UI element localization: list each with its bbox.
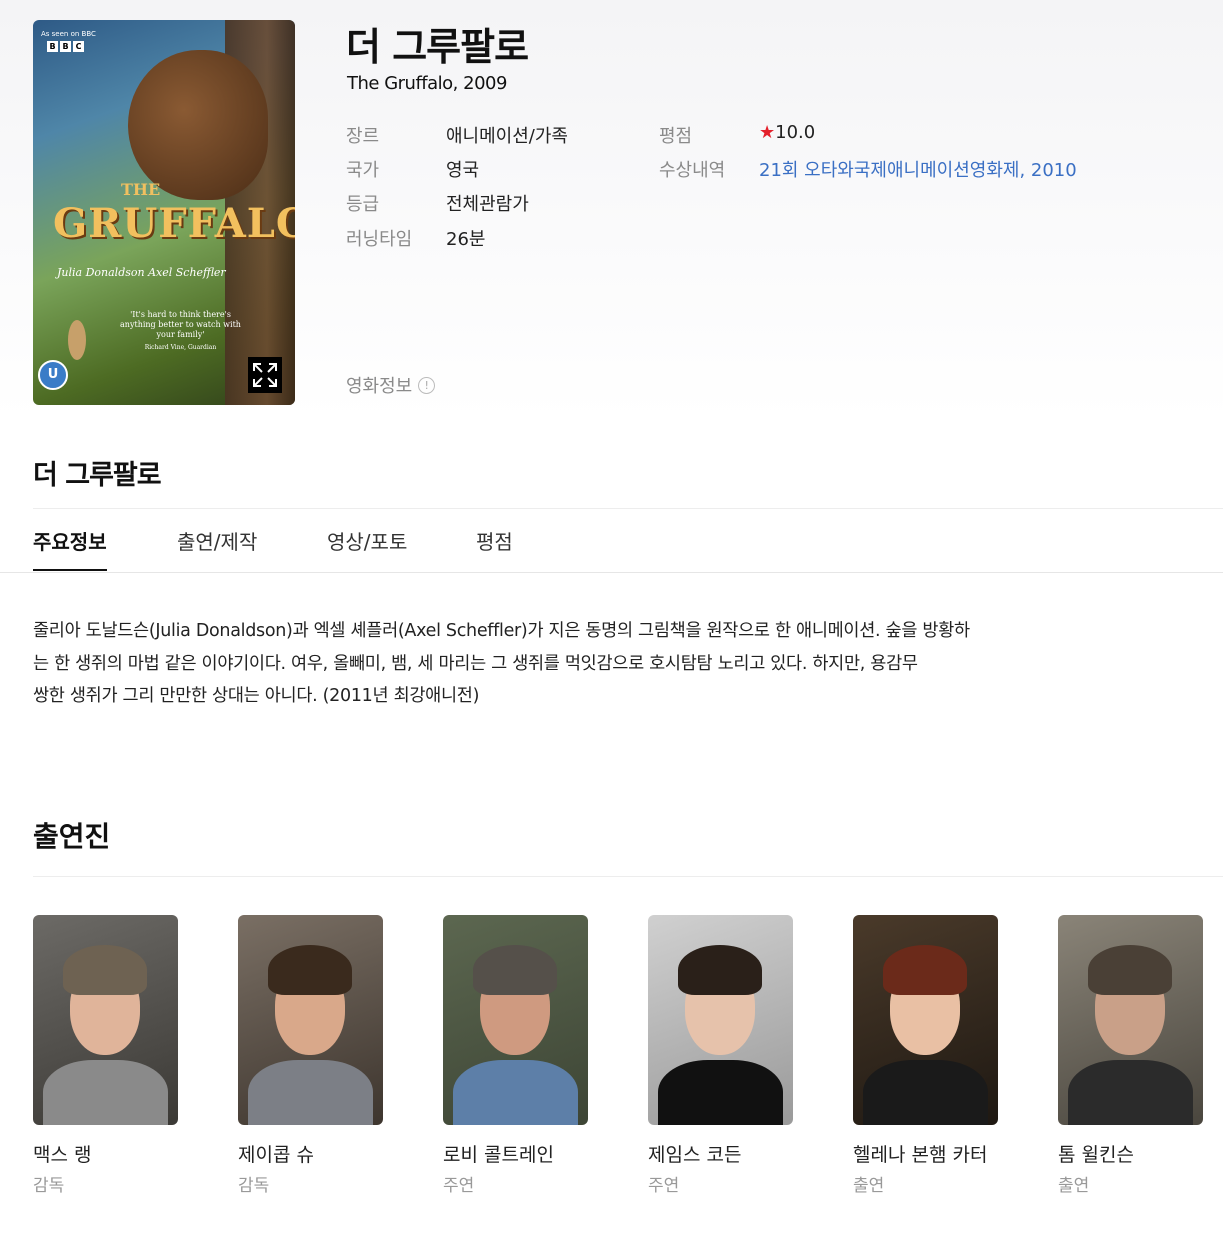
info-value-runtime: 26분 [446, 229, 486, 250]
info-key-runtime: 러닝타임 [346, 229, 413, 250]
tab-main-info[interactable]: 주요정보 [33, 526, 107, 571]
age-rating-badge: U [38, 360, 68, 390]
tab-divider [0, 572, 1223, 573]
poster-bbc-caption: As seen on BBC [41, 30, 96, 38]
movie-header: As seen on BBC B B C THE GRUFFALO Julia … [0, 0, 1223, 420]
poster-title-the: THE [121, 180, 161, 199]
cast-role: 감독 [238, 1176, 270, 1196]
info-key-rating: 평점 [659, 126, 693, 147]
divider [33, 508, 1223, 509]
info-key-awards: 수상내역 [659, 160, 726, 181]
cast-role: 출연 [853, 1176, 885, 1196]
tab-video-photo[interactable]: 영상/포토 [327, 526, 407, 569]
poster-authors: Julia Donaldson Axel Scheffler [57, 266, 226, 279]
bbc-logo: B B C [47, 41, 84, 52]
info-key-grade: 등급 [346, 194, 380, 215]
cast-name: 톰 윌킨슨 [1058, 1144, 1134, 1166]
cast-name: 헬레나 본햄 카터 [853, 1144, 988, 1166]
movie-info-toggle[interactable]: 영화정보 ! [346, 372, 436, 398]
cast-name: 제임스 코든 [648, 1144, 742, 1166]
cast-card[interactable]: 제임스 코든 주연 [648, 915, 793, 1196]
movie-poster[interactable]: As seen on BBC B B C THE GRUFFALO Julia … [33, 20, 295, 405]
cast-section-title: 출연진 [33, 820, 111, 853]
cast-name: 제이콥 슈 [238, 1144, 314, 1166]
cast-card[interactable]: 헬레나 본햄 카터 출연 [853, 915, 998, 1196]
awards-link[interactable]: 21회 오타와국제애니메이션영화제, 2010 [759, 156, 1077, 182]
section-title: 더 그루팔로 [33, 460, 162, 491]
poster-mouse-art [68, 320, 86, 360]
cast-role: 출연 [1058, 1176, 1090, 1196]
cast-role: 감독 [33, 1176, 65, 1196]
expand-icon [253, 363, 277, 387]
cast-name: 맥스 랭 [33, 1144, 92, 1166]
cast-card[interactable]: 맥스 랭 감독 [33, 915, 178, 1196]
cast-card[interactable]: 로비 콜트레인 주연 [443, 915, 588, 1196]
info-icon: ! [418, 376, 436, 394]
tab-rating[interactable]: 평점 [476, 526, 513, 569]
info-value-rating: ★10.0 [759, 122, 816, 143]
poster-quote: 'It's hard to think there's anything bet… [120, 310, 241, 351]
cast-photo [238, 915, 383, 1125]
synopsis: 줄리아 도날드슨(Julia Donaldson)과 엑셀 셰플러(Axel S… [33, 621, 970, 706]
cast-role: 주연 [648, 1176, 680, 1196]
cast-name: 로비 콜트레인 [443, 1144, 554, 1166]
divider [33, 876, 1223, 877]
cast-photo [33, 915, 178, 1125]
info-value-grade: 전체관람가 [446, 194, 529, 215]
cast-card[interactable]: 제이콥 슈 감독 [238, 915, 383, 1196]
info-key-country: 국가 [346, 160, 380, 181]
cast-card[interactable]: 톰 윌킨슨 출연 [1058, 915, 1203, 1196]
cast-photo [648, 915, 793, 1125]
info-value-genre: 애니메이션/가족 [446, 126, 568, 147]
info-key-genre: 장르 [346, 126, 380, 147]
tab-bar: 주요정보 출연/제작 영상/포토 평점 [33, 526, 1223, 574]
tab-cast-crew[interactable]: 출연/제작 [177, 526, 257, 569]
expand-poster-button[interactable] [248, 357, 282, 393]
info-value-country: 영국 [446, 160, 480, 181]
cast-photo [853, 915, 998, 1125]
cast-photo [1058, 915, 1203, 1125]
poster-gruffalo-art [128, 50, 268, 200]
cast-photo [443, 915, 588, 1125]
cast-role: 주연 [443, 1176, 475, 1196]
movie-original-title: The Gruffalo, 2009 [347, 73, 507, 94]
star-icon: ★ [759, 122, 776, 143]
poster-title: GRUFFALO [53, 200, 295, 247]
movie-title: 더 그루팔로 [346, 25, 529, 69]
